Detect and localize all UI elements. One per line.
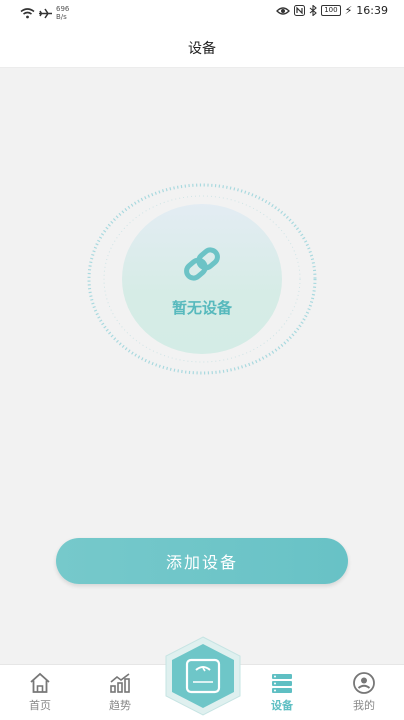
home-icon xyxy=(30,672,50,693)
trend-chart-icon xyxy=(110,673,130,693)
header-bar: 设备 xyxy=(0,26,404,68)
tab-device[interactable]: 设备 xyxy=(252,671,312,713)
status-bar: 696 B/s 100 ⚡ 16:39 xyxy=(0,0,404,26)
battery-indicator: 100 xyxy=(321,5,341,16)
status-right: 100 ⚡ 16:39 xyxy=(276,4,388,17)
add-device-button[interactable]: 添加设备 xyxy=(56,538,348,584)
network-speed-unit: B/s xyxy=(56,13,67,21)
network-speed: 696 B/s xyxy=(56,5,69,21)
status-left: 696 B/s xyxy=(20,5,69,21)
page-title: 设备 xyxy=(188,41,216,57)
tab-home[interactable]: 首页 xyxy=(10,671,70,713)
center-scale-button[interactable] xyxy=(164,636,242,716)
tab-trend-label: 趋势 xyxy=(109,699,131,712)
network-speed-value: 696 xyxy=(56,5,70,13)
wifi-icon xyxy=(20,7,35,18)
link-icon xyxy=(184,247,220,281)
empty-state-text: 暂无设备 xyxy=(171,299,232,317)
charging-icon: ⚡ xyxy=(344,4,353,17)
device-list-icon xyxy=(272,674,292,693)
profile-icon xyxy=(353,672,375,694)
empty-state: 暂无设备 xyxy=(86,183,318,383)
tab-home-label: 首页 xyxy=(29,699,51,712)
clock: 16:39 xyxy=(356,4,388,17)
tab-profile-label: 我的 xyxy=(353,699,375,712)
tab-profile[interactable]: 我的 xyxy=(334,671,394,713)
tab-device-label: 设备 xyxy=(271,699,293,712)
eye-icon xyxy=(276,6,291,15)
airplane-icon xyxy=(39,8,52,18)
tab-trend[interactable]: 趋势 xyxy=(90,671,150,713)
nfc-icon xyxy=(294,5,306,16)
bluetooth-icon xyxy=(309,5,318,16)
